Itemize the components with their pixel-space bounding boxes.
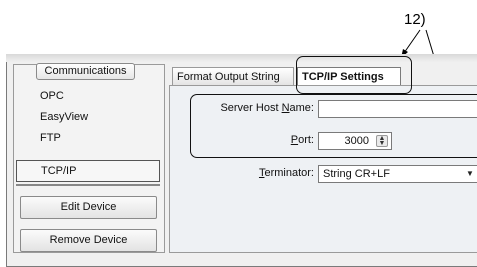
sidebar-item-easyview[interactable]: EasyView bbox=[16, 108, 160, 127]
sidebar-item-opc[interactable]: OPC bbox=[16, 87, 160, 106]
edit-device-button[interactable]: Edit Device bbox=[20, 196, 157, 219]
callout-label: 12) bbox=[404, 11, 426, 28]
tab-highlight-box bbox=[296, 56, 412, 94]
tab-format-output-string[interactable]: Format Output String bbox=[172, 67, 294, 85]
sidebar-item-ftp[interactable]: FTP bbox=[16, 129, 160, 148]
terminator-label: Terminator: bbox=[258, 167, 314, 179]
communications-header: Communications bbox=[36, 63, 135, 80]
sidebar-divider bbox=[16, 184, 160, 186]
terminator-dropdown[interactable]: String CR+LF ▼ bbox=[318, 165, 477, 183]
chevron-down-icon[interactable]: ▼ bbox=[463, 166, 477, 182]
fields-highlight-box bbox=[190, 94, 477, 158]
terminator-value: String CR+LF bbox=[323, 168, 390, 180]
sidebar-item-tcpip[interactable]: TCP/IP bbox=[16, 160, 160, 182]
remove-device-button[interactable]: Remove Device bbox=[20, 229, 157, 252]
